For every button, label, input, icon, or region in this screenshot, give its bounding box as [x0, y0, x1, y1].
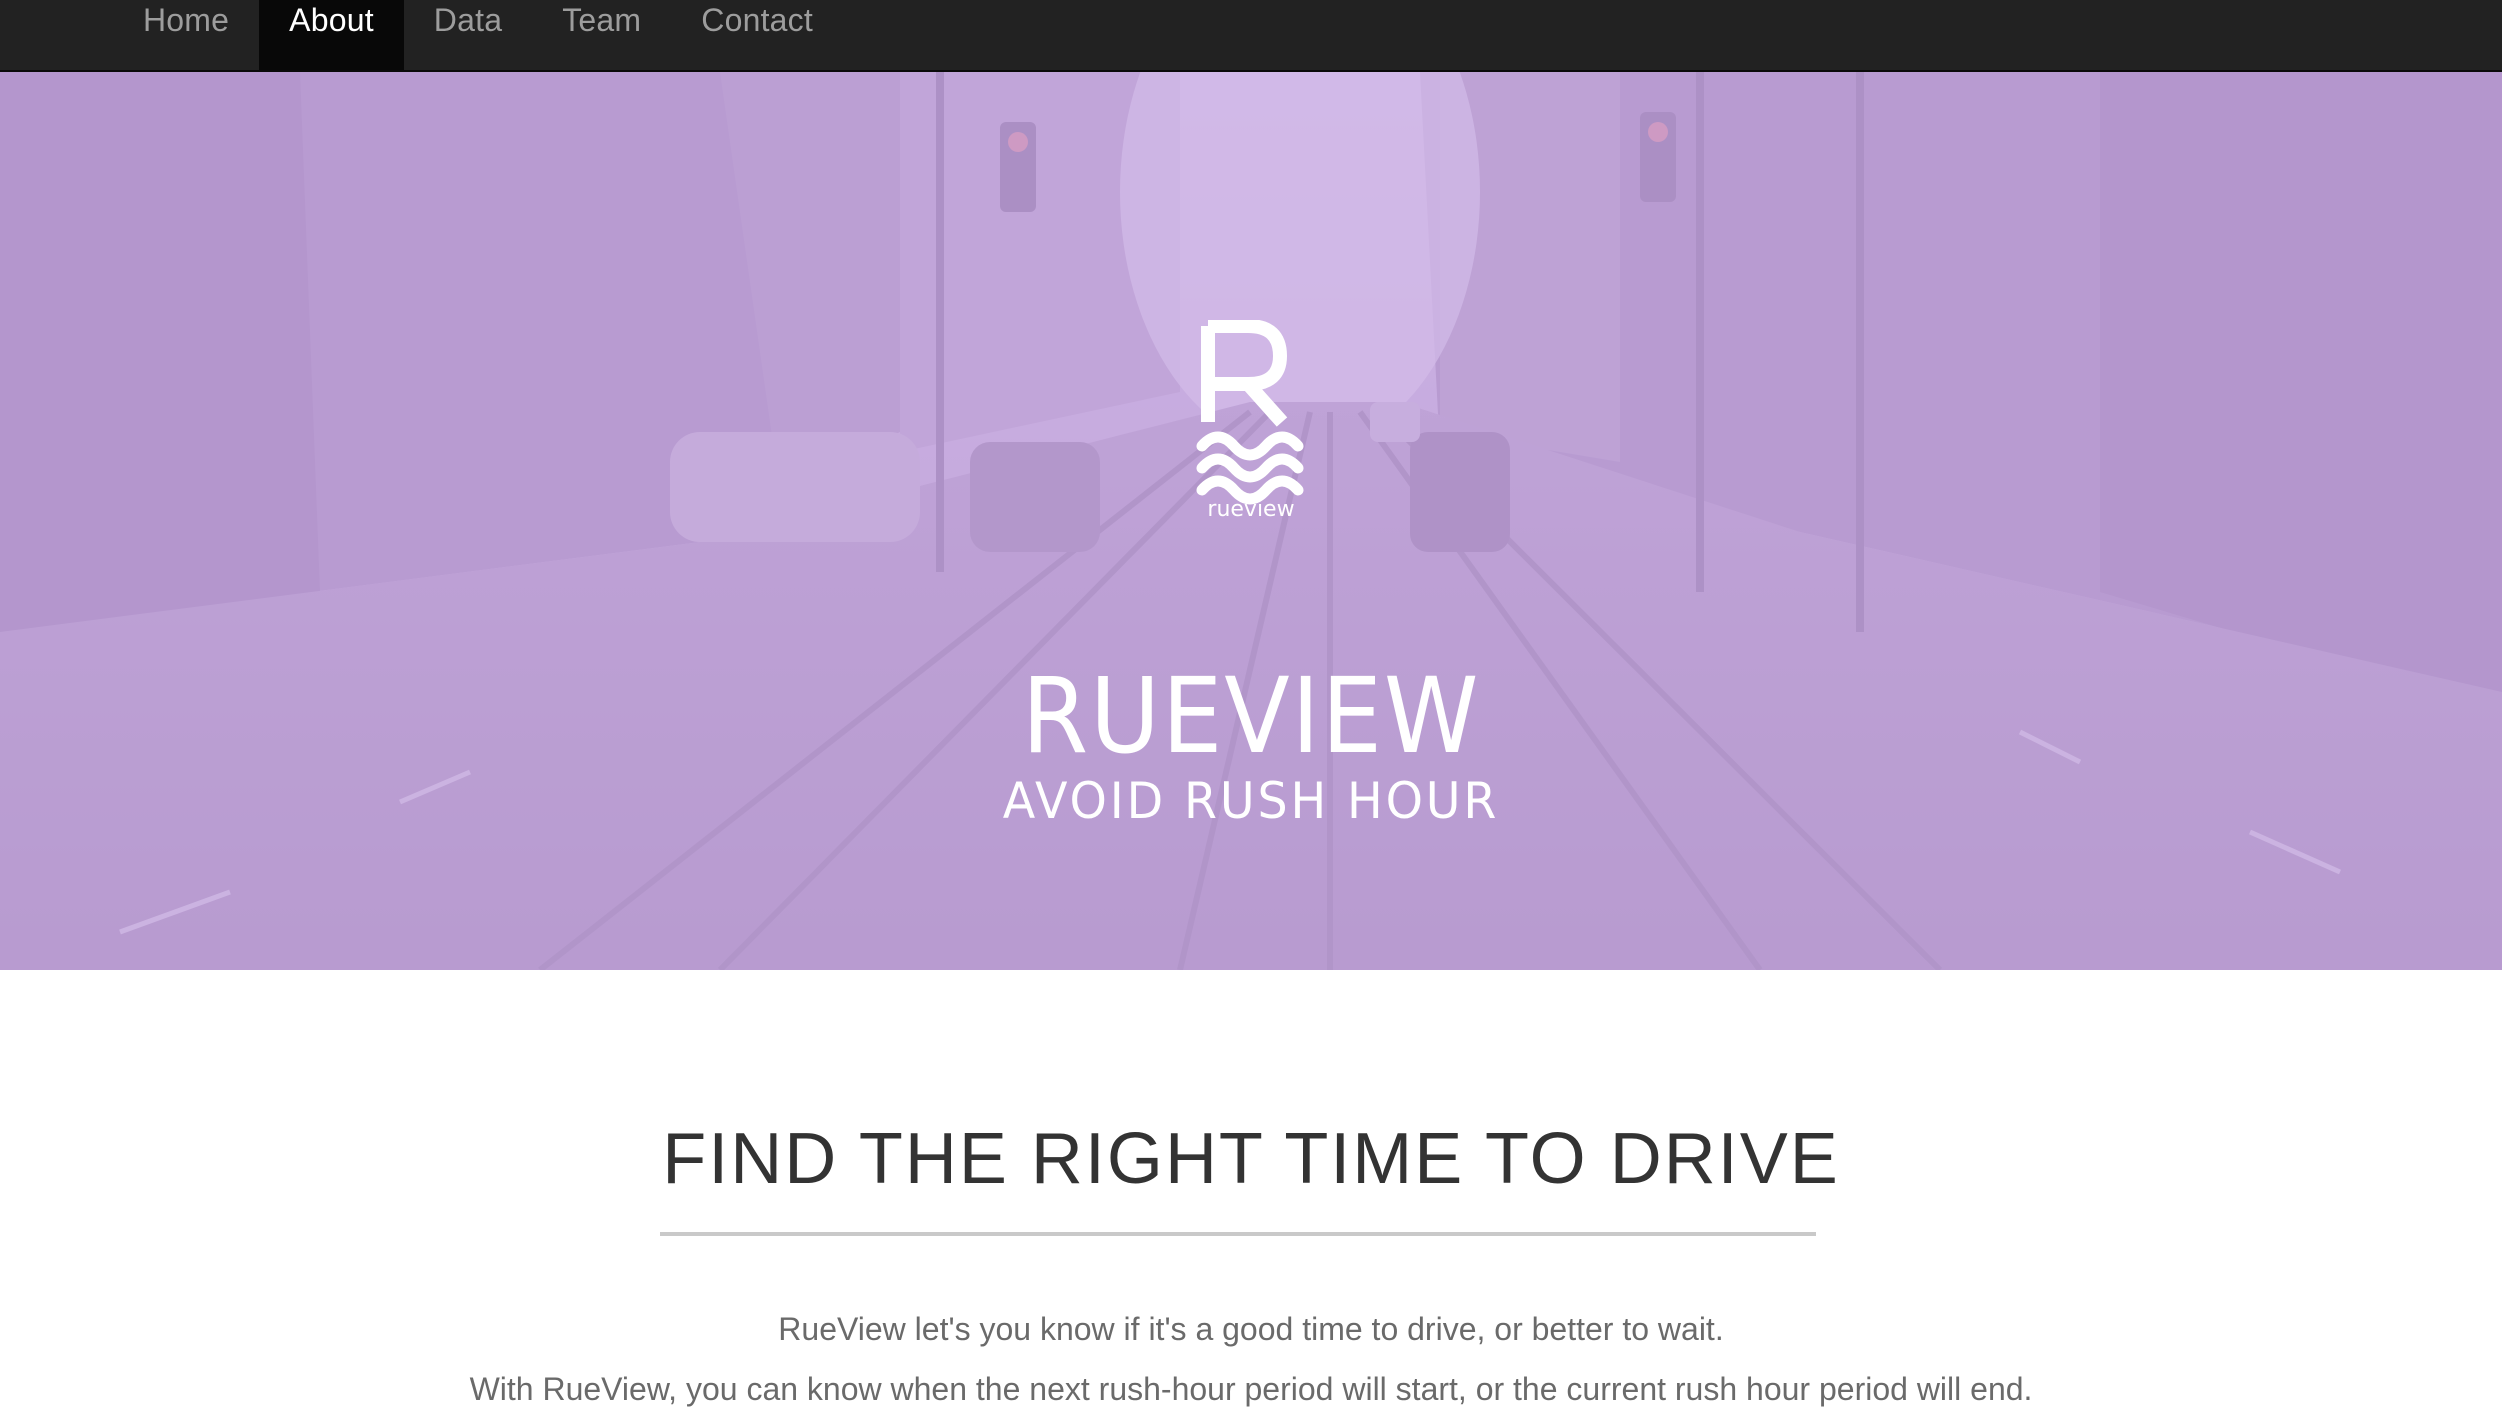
hero-title: RUEVIEW — [1021, 655, 1481, 777]
intro-paragraph-2: With RueView, you can know when the next… — [469, 1371, 2033, 1407]
nav-item-team[interactable]: Team — [532, 0, 671, 70]
nav-item-contact[interactable]: Contact — [671, 0, 843, 70]
intro-paragraph-1: RueView let's you know if it's a good ti… — [778, 1311, 1724, 1347]
nav-item-home[interactable]: Home — [113, 0, 259, 70]
logo-wordmark: rueview — [1207, 497, 1294, 520]
heading-divider — [660, 1232, 1816, 1236]
hero-banner: rueview RUEVIEW AVOID RUSH HOUR — [0, 72, 2502, 970]
nav-item-about[interactable]: About — [259, 0, 404, 70]
top-navbar: Home About Data Team Contact — [0, 0, 2502, 72]
hero-tint-overlay — [0, 72, 2502, 970]
section-heading: FIND THE RIGHT TIME TO DRIVE — [662, 1119, 1840, 1199]
rueview-logo: rueview — [1196, 320, 1304, 520]
hero-subtitle: AVOID RUSH HOUR — [1002, 772, 1500, 830]
nav-item-data[interactable]: Data — [404, 0, 532, 70]
nav-menu: Home About Data Team Contact — [113, 0, 843, 70]
